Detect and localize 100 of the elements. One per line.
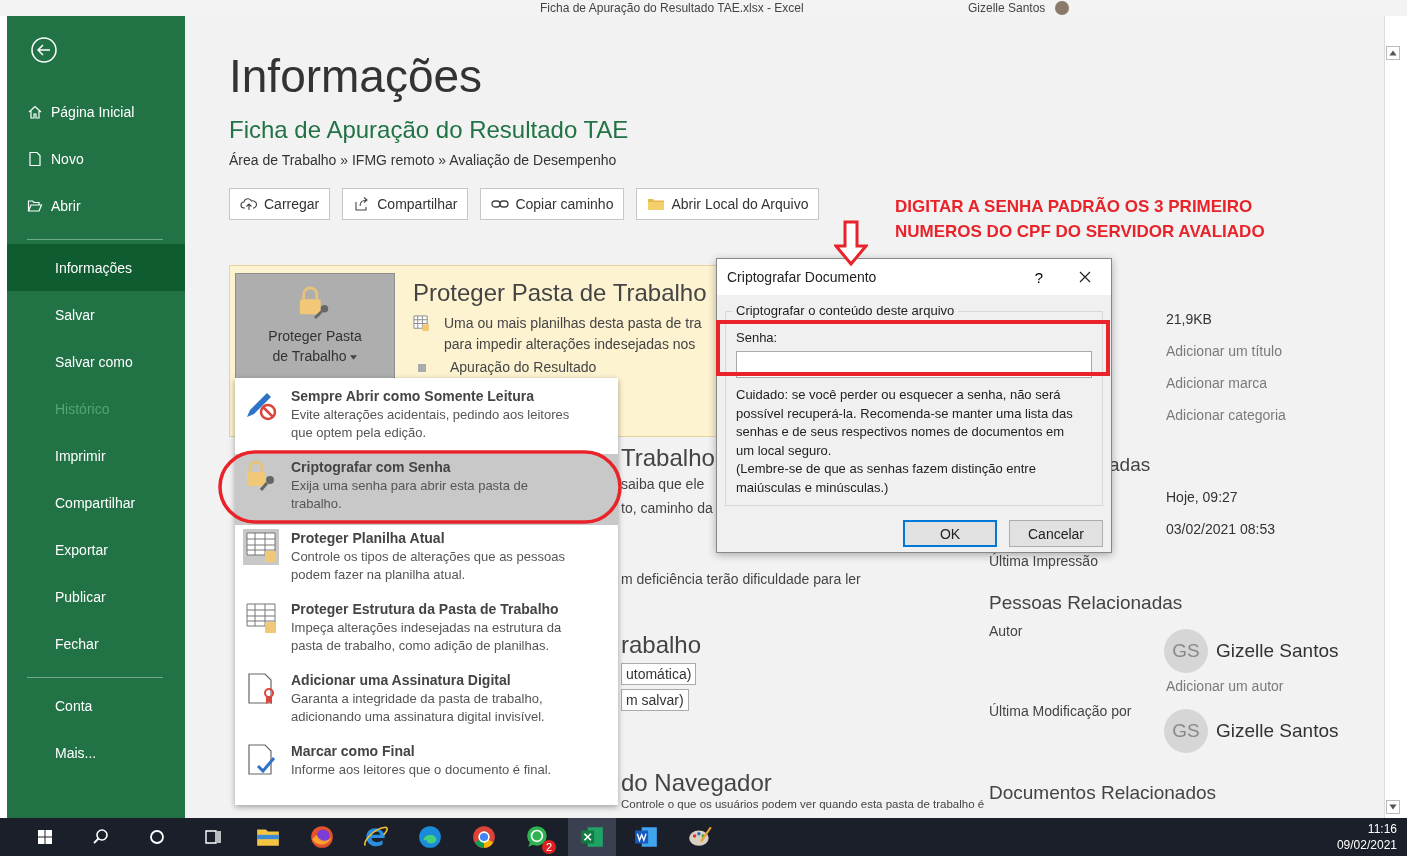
menu-item[interactable]: Proteger Planilha Atual Controle os tipos de alterações que as pessoas podem fazer na planilha atual.: [235, 525, 618, 596]
description-text: Uma ou mais planilhas desta pasta de tra: [444, 314, 702, 333]
section-title: Pessoas Relacionadas: [989, 591, 1183, 615]
person-name: Gizelle Santos: [1216, 720, 1339, 742]
sidebar-item[interactable]: Compartilhar: [7, 479, 185, 526]
taskbar-app[interactable]: 2: [514, 818, 562, 856]
description-text: to, caminho da: [621, 499, 713, 518]
action-button[interactable]: Abrir Local do Arquivo: [636, 188, 820, 220]
locked-sheet-icon: [413, 315, 430, 332]
caret-icon: [350, 354, 358, 360]
property-label: Autor: [989, 623, 1024, 641]
description-text: saiba que ele: [621, 475, 705, 494]
blank-page-icon: [27, 150, 43, 167]
bullet-icon: [418, 363, 426, 372]
locked-sheet-icon: [243, 600, 279, 636]
field-label: Senha:: [736, 330, 779, 345]
scroll-down-icon[interactable]: [1386, 800, 1400, 814]
sidebar-item[interactable]: Informações: [7, 244, 185, 291]
note-text: (Lembre-se de que as senhas fazem distinção entre maiúsculas e minúsculas.): [736, 460, 1037, 497]
dialog-button[interactable]: OK: [903, 520, 997, 547]
close-icon[interactable]: [1079, 271, 1091, 283]
section-title: Documentos Relacionados: [989, 781, 1217, 805]
menu-item-description: Informe aos leitores que o documento é final.: [291, 761, 553, 779]
menu-item[interactable]: Proteger Estrutura da Pasta de Trabalho Impeça alterações indesejadas na estrutura da pasta de trabalho, como adição de planilhas.: [235, 596, 618, 667]
sidebar-item[interactable]: Imprimir: [7, 432, 185, 479]
description-text: m deficiência terão dificuldade para ler: [621, 570, 861, 589]
clock-date: 09/02/2021: [1336, 838, 1397, 852]
description-text: Controle o que os usuários podem ver quando esta pasta de trabalho é: [621, 797, 985, 811]
menu-item[interactable]: Criptografar com Senha Exija uma senha para abrir esta pasta de trabalho.: [235, 454, 618, 525]
browser-icon: [471, 824, 497, 850]
avatar-initials: GS: [1164, 709, 1208, 753]
version-button[interactable]: utomática): [621, 663, 697, 685]
folder-icon: [27, 197, 43, 214]
menu-item[interactable]: Adicionar uma Assinatura Digital Garanta a integridade da pasta de trabalho, adicionando uma assinatura digital invisível.: [235, 667, 618, 738]
avatar-initials: GS: [1164, 629, 1208, 673]
file-title: Ficha de Apuração do Resultado TAE: [229, 116, 630, 144]
section-title: do Navegador: [621, 769, 772, 797]
menu-item-description: Exija uma senha para abrir esta pasta de trabalho.: [291, 477, 530, 513]
sidebar-item[interactable]: Publicar: [7, 573, 185, 620]
scrollbar[interactable]: [1384, 16, 1400, 818]
spreadsheet-icon: [579, 824, 605, 850]
action-button[interactable]: Compartilhar: [342, 188, 469, 220]
description-text: para impedir alterações indesejadas nos: [444, 335, 697, 354]
menu-item[interactable]: Sempre Abrir como Somente Leitura Evite alterações acidentais, pedindo aos leitores que optem pela edição.: [235, 383, 618, 454]
property-placeholder[interactable]: Adicionar um título: [1166, 335, 1282, 367]
browser-icon: [417, 824, 443, 850]
page-title: Informações: [229, 49, 484, 104]
menu-item-title: Adicionar uma Assinatura Digital: [291, 671, 512, 690]
folder-icon: [647, 196, 666, 212]
locked-sheet-icon: [243, 529, 279, 565]
warning-text: Cuidado: se você perder ou esquecer a senha, não será possível recuperá-la. Recomenda-se manter uma lista das senhas e de seus respectivos nomes de documentos em um local seguro.: [736, 386, 1074, 460]
person-name: Gizelle Santos: [1216, 640, 1339, 662]
property-label: Última Modificação por: [989, 703, 1133, 721]
sidebar-item[interactable]: Novo: [7, 135, 185, 182]
document-icon: [633, 824, 659, 850]
sidebar-item[interactable]: Abrir: [7, 182, 185, 229]
group-label: Criptografar o conteúdo deste arquivo: [732, 303, 959, 318]
annotation-text: DIGITAR A SENHA PADRÃO OS 3 PRIMEIRO: [895, 196, 1254, 218]
dialog-title: Criptografar Documento: [727, 269, 878, 285]
property-value: 21,9KB: [1166, 310, 1212, 329]
property-label: Última Impressão: [989, 552, 1098, 571]
section-title: Trabalho: [621, 444, 715, 472]
help-button[interactable]: ?: [1028, 267, 1049, 287]
menu-item-title: Sempre Abrir como Somente Leitura: [291, 387, 535, 406]
section-title: rabalho: [621, 631, 702, 659]
date-value: Hoje, 09:27: [1166, 488, 1238, 507]
user-name: Gizelle Santos: [968, 1, 1046, 15]
scroll-up-icon[interactable]: [1386, 46, 1400, 60]
cloud-upload-icon: [240, 196, 258, 212]
sidebar-item[interactable]: Fechar: [7, 620, 185, 667]
version-button[interactable]: m salvar): [621, 689, 689, 711]
add-author-link[interactable]: Adicionar um autor: [1166, 673, 1284, 699]
menu-item-title: Marcar como Final: [291, 742, 416, 761]
action-button[interactable]: Copiar caminho: [480, 188, 625, 220]
menu-item-title: Proteger Planilha Atual: [291, 529, 446, 548]
dialog-button[interactable]: Cancelar: [1009, 520, 1103, 547]
sidebar-item[interactable]: Exportar: [7, 526, 185, 573]
menu-item-description: Evite alterações acidentais, pedindo aos leitores que optem pela edição.: [291, 406, 571, 442]
menu-item-title: Criptografar com Senha: [291, 458, 452, 477]
property-placeholder[interactable]: Adicionar categoria: [1166, 399, 1286, 431]
menu-item-description: Controle os tipos de alterações que as pessoas podem fazer na planilha atual.: [291, 548, 566, 584]
home-icon: [27, 103, 43, 120]
annotation-text: NUMEROS DO CPF DO SERVIDOR AVALIADO: [895, 221, 1265, 243]
sidebar-item[interactable]: Salvar: [7, 291, 185, 338]
menu-item-description: Garanta a integridade da pasta de trabalho, adicionando uma assinatura digital invisível.: [291, 690, 546, 726]
date-value: 03/02/2021 08:53: [1166, 520, 1275, 539]
sidebar-item[interactable]: Salvar como: [7, 338, 185, 385]
section-title: Proteger Pasta de Trabalho: [413, 279, 707, 307]
window-title: Ficha de Apuração do Resultado TAE.xlsx - Excel: [540, 1, 805, 15]
action-button[interactable]: Carregar: [229, 188, 331, 220]
notification-badge: 2: [541, 840, 556, 854]
sidebar-item[interactable]: Mais...: [7, 729, 185, 776]
sidebar-item[interactable]: Página Inicial: [7, 88, 185, 135]
property-placeholder[interactable]: Adicionar marca: [1166, 367, 1268, 399]
menu-item-title: Proteger Estrutura da Pasta de Trabalho: [291, 600, 560, 619]
protect-workbook-button[interactable]: Proteger Pasta de Trabalho: [235, 273, 395, 379]
menu-item[interactable]: Marcar como Final Informe aos leitores que o documento é final.: [235, 738, 618, 809]
sidebar-item[interactable]: Conta: [7, 682, 185, 729]
avatar-placeholder[interactable]: [1055, 1, 1070, 15]
browser-icon: [309, 824, 335, 850]
